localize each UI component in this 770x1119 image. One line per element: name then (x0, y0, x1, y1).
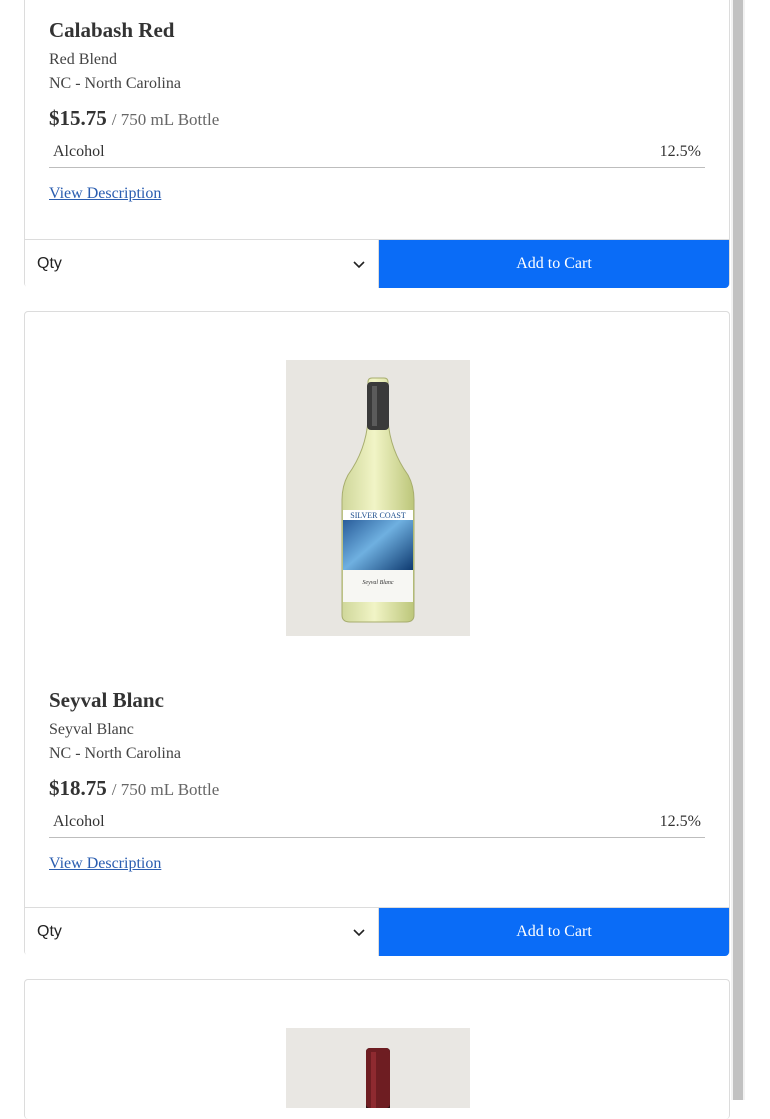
product-card (24, 979, 730, 1119)
product-image (286, 1028, 470, 1108)
product-image: SILVER COAST Seyval Blanc (286, 360, 470, 636)
attribute-label: Alcohol (53, 813, 105, 830)
view-description-link[interactable]: View Description (49, 185, 161, 203)
product-varietal: Red Blend (49, 51, 117, 68)
chevron-down-icon (353, 929, 365, 937)
product-unit: / 750 mL Bottle (111, 780, 220, 799)
wine-bottle-image: SILVER COAST Seyval Blanc (286, 360, 470, 636)
price-row: $15.75 / 750 mL Bottle (49, 106, 705, 131)
price-row: $18.75 / 750 mL Bottle (49, 776, 705, 801)
product-card: Calabash Red Red Blend NC - North Caroli… (24, 0, 730, 288)
qty-select[interactable]: Qty (25, 240, 379, 288)
bottle-label-brand: SILVER COAST (350, 511, 406, 520)
product-price: $15.75 (49, 106, 107, 130)
product-name: Calabash Red (49, 18, 175, 42)
add-to-cart-button[interactable]: Add to Cart (379, 908, 729, 956)
qty-label: Qty (37, 923, 62, 940)
attribute-label: Alcohol (53, 143, 105, 160)
chevron-down-icon (353, 261, 365, 269)
add-to-cart-button[interactable]: Add to Cart (379, 240, 729, 288)
bottle-label-wine: Seyval Blanc (362, 580, 393, 586)
card-actions: Qty Add to Cart (25, 239, 729, 288)
qty-label: Qty (37, 255, 62, 272)
product-unit: / 750 mL Bottle (111, 110, 220, 129)
attribute-value: 12.5% (659, 813, 701, 830)
scrollbar-thumb[interactable] (733, 0, 743, 1100)
attribute-value: 12.5% (659, 143, 701, 160)
wine-bottle-image (286, 1028, 470, 1108)
product-varietal: Seyval Blanc (49, 721, 134, 738)
product-card: SILVER COAST Seyval Blanc Seyval Blanc S… (24, 311, 730, 956)
product-region: NC - North Carolina (49, 745, 181, 762)
product-region: NC - North Carolina (49, 75, 181, 92)
qty-select[interactable]: Qty (25, 908, 379, 956)
attribute-row: Alcohol 12.5% (49, 813, 705, 838)
attribute-row: Alcohol 12.5% (49, 143, 705, 168)
card-actions: Qty Add to Cart (25, 907, 729, 956)
view-description-link[interactable]: View Description (49, 855, 161, 873)
product-name: Seyval Blanc (49, 688, 164, 712)
product-price: $18.75 (49, 776, 107, 800)
